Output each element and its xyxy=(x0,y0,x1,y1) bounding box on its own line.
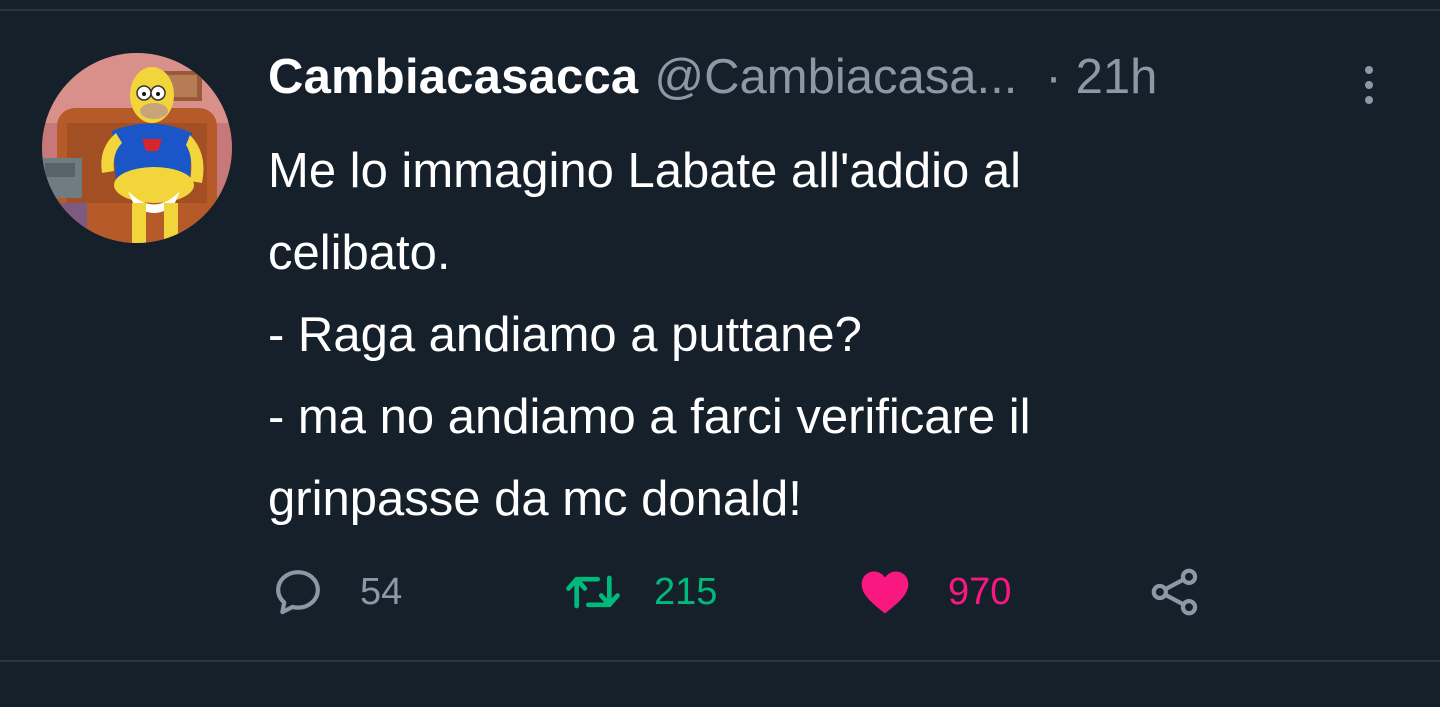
separator-dot: · xyxy=(1045,50,1062,104)
tweet-actions: 54 215 970 xyxy=(270,559,1220,625)
reply-icon xyxy=(276,570,320,615)
tweet-timestamp[interactable]: 21h xyxy=(1076,49,1158,105)
reply-count: 54 xyxy=(360,570,403,613)
retweet-count: 215 xyxy=(654,570,718,613)
tweet-text-line: - ma no andiamo a farci verificare il xyxy=(268,390,1031,444)
tweet[interactable]: Cambiacasacca @Cambiacasa... · 21h Me lo… xyxy=(0,11,1440,660)
user-handle[interactable]: @Cambiacasa... xyxy=(654,49,1017,105)
heart-icon xyxy=(861,571,909,614)
tweet-text-line: celibato. xyxy=(268,226,451,280)
tweet-text-line: - Raga andiamo a puttane? xyxy=(268,308,862,362)
share-icon xyxy=(1151,568,1198,616)
reply-button[interactable]: 54 xyxy=(270,559,402,625)
avatar[interactable] xyxy=(42,53,232,243)
tweet-text-line: Me lo immagino Labate all'addio al xyxy=(268,144,1021,198)
avatar-image xyxy=(42,53,232,243)
like-count: 970 xyxy=(948,570,1012,613)
display-name[interactable]: Cambiacasacca xyxy=(268,49,638,105)
tweet-text: Me lo immagino Labate all'addio al celib… xyxy=(268,130,1348,540)
more-options-icon[interactable] xyxy=(1352,55,1386,115)
bottom-divider xyxy=(0,660,1440,662)
tweet-header: Cambiacasacca @Cambiacasa... · 21h xyxy=(268,47,1157,107)
tweet-text-line: grinpasse da mc donald! xyxy=(268,472,802,526)
share-button[interactable] xyxy=(1146,559,1204,625)
like-button[interactable]: 970 xyxy=(856,559,1011,625)
retweet-button[interactable]: 215 xyxy=(562,559,717,625)
retweet-icon xyxy=(566,575,620,609)
